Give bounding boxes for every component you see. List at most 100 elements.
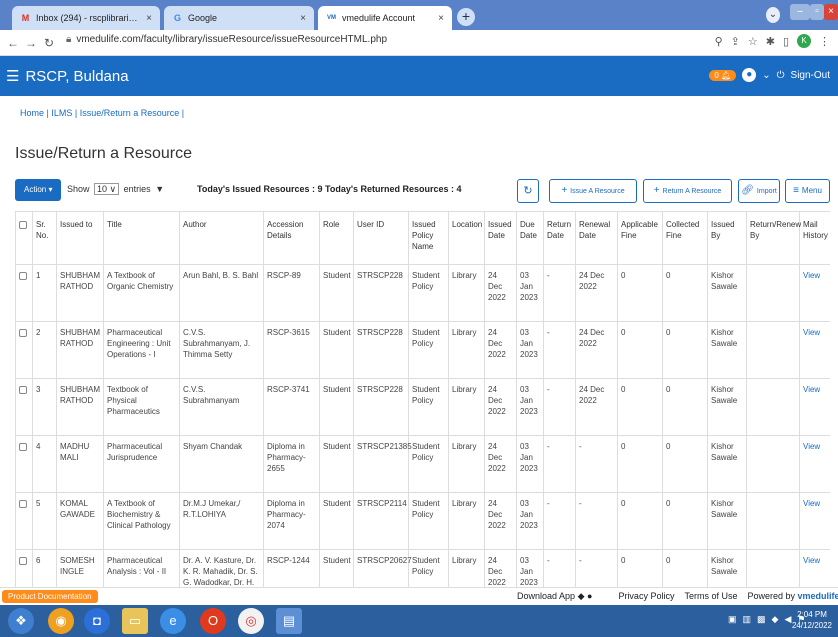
url-field[interactable]: 🔒︎ vmedulife.com/faculty/library/issueRes… [66, 34, 387, 45]
network-icon[interactable]: ▥ [743, 614, 752, 625]
row-checkbox[interactable] [19, 443, 27, 451]
select-all-checkbox[interactable] [19, 221, 27, 229]
page-title: Issue/Return a Resource [15, 145, 192, 162]
tray-app-icon[interactable]: ▣ [728, 614, 737, 625]
bookmark-star-icon[interactable]: ☆ [748, 35, 758, 48]
tab-gmail[interactable]: M Inbox (294) - rscplibrarian@gma × [12, 6, 160, 30]
clock[interactable]: 2:04 PM 24/12/2022 [792, 609, 832, 631]
notification-badge[interactable]: 0 🔔︎ [709, 69, 737, 81]
return-resource-button[interactable]: + Return A Resource [643, 179, 732, 203]
view-mail-history-link[interactable]: View [799, 378, 830, 436]
media-player-icon[interactable]: ◉ [48, 608, 74, 634]
close-icon[interactable]: × [438, 13, 444, 24]
tray-app-icon[interactable]: ▩ [757, 614, 766, 625]
zoom-icon[interactable]: ⚲ [715, 35, 723, 48]
breadcrumb[interactable]: Home | ILMS | Issue/Return a Resource | [20, 108, 184, 118]
browser-app-icon[interactable]: ◘ [84, 608, 110, 634]
close-icon[interactable]: × [146, 13, 152, 24]
row-checkbox[interactable] [19, 329, 27, 337]
table-cell: Student [319, 492, 354, 550]
product-documentation-button[interactable]: Product Documentation [2, 590, 98, 603]
table-cell: Library [448, 264, 485, 322]
extensions-icon[interactable]: ✱ [766, 35, 775, 48]
row-checkbox[interactable] [19, 272, 27, 280]
row-checkbox[interactable] [19, 557, 27, 565]
column-header: Sr. No. [32, 211, 57, 265]
profile-avatar[interactable]: K [797, 34, 811, 48]
view-mail-history-link[interactable]: View [799, 264, 830, 322]
sidepanel-icon[interactable]: ▯ [783, 35, 789, 48]
action-dropdown-button[interactable]: Action ▾ [15, 179, 62, 201]
opera-icon[interactable]: O [200, 608, 226, 634]
terms-link[interactable]: Terms of Use [684, 591, 737, 602]
row-checkbox-cell[interactable] [15, 264, 33, 322]
row-checkbox-cell[interactable] [15, 378, 33, 436]
forward-icon[interactable]: → [22, 36, 40, 50]
document-app-icon[interactable]: ▤ [276, 608, 302, 634]
tab-google[interactable]: G Google × [164, 6, 314, 30]
tab-vmedulife[interactable]: VM vmedulife Account × [318, 6, 452, 30]
table-cell: 03 Jan 2023 [516, 378, 544, 436]
table-cell: 0 [662, 492, 708, 550]
volume-icon[interactable]: ◀ [784, 614, 791, 625]
row-checkbox-cell[interactable] [15, 321, 33, 379]
filter-icon[interactable]: ▼ [155, 184, 164, 194]
vmedulife-brand[interactable]: vmedulife [798, 591, 838, 601]
entries-label: entries [123, 184, 151, 194]
table-cell: RSCP-1244 [263, 549, 320, 587]
close-icon[interactable]: × [300, 13, 306, 24]
folder-icon[interactable]: ▭ [122, 608, 148, 634]
table-cell: A Textbook of Organic Chemistry [103, 264, 180, 322]
start-icon[interactable]: ❖ [8, 608, 34, 634]
view-mail-history-link[interactable]: View [799, 435, 830, 493]
column-header: Return Date [543, 211, 576, 265]
share-icon[interactable]: ⇪ [731, 35, 740, 48]
chevron-down-icon[interactable]: ⌄ [762, 70, 770, 81]
table-cell: 0 [617, 321, 663, 379]
import-button[interactable]: 🔗︎ Import [738, 179, 780, 203]
ie-icon[interactable]: e [160, 608, 186, 634]
table-cell: RSCP-3615 [263, 321, 320, 379]
clock-date: 24/12/2022 [791, 621, 832, 630]
table-cell: 0 [617, 435, 663, 493]
table-cell: 03 Jan 2023 [516, 321, 544, 379]
view-mail-history-link[interactable]: View [799, 492, 830, 550]
column-header: User ID [353, 211, 409, 265]
download-app-link[interactable]: Download App ◆ ● [517, 591, 592, 602]
row-checkbox-cell[interactable] [15, 435, 33, 493]
table-cell: Student Policy [408, 264, 449, 322]
row-checkbox-cell[interactable] [15, 492, 33, 550]
issue-resource-button[interactable]: + Issue A Resource [549, 179, 637, 203]
hamburger-icon[interactable]: ☰ [6, 68, 19, 85]
new-tab-icon[interactable]: + [457, 8, 475, 26]
table-cell: RSCP-89 [263, 264, 320, 322]
maximize-icon[interactable]: ▫ [810, 4, 824, 20]
row-checkbox[interactable] [19, 500, 27, 508]
view-mail-history-link[interactable]: View [799, 549, 830, 587]
menu-button[interactable]: ≡ Menu [785, 179, 830, 203]
row-checkbox-cell[interactable] [15, 549, 33, 587]
notification-count: 0 [714, 70, 719, 80]
more-icon[interactable]: ⋮ [819, 35, 830, 48]
back-icon[interactable]: ← [4, 36, 22, 50]
chrome-icon[interactable]: ◎ [238, 608, 264, 634]
table-cell: Library [448, 492, 485, 550]
table-cell: 0 [662, 549, 708, 587]
user-icon[interactable]: ● [742, 68, 757, 82]
select-all-checkbox-cell[interactable] [15, 211, 33, 265]
privacy-policy-link[interactable]: Privacy Policy [618, 591, 674, 602]
tray-app-icon[interactable]: ◆ [772, 614, 779, 625]
tab-label: Google [188, 13, 218, 23]
view-mail-history-link[interactable]: View [799, 321, 830, 379]
table-cell: 24 Dec 2022 [484, 492, 517, 550]
tab-search-icon[interactable]: ⌄ [766, 7, 780, 23]
window-close-icon[interactable]: × [824, 4, 838, 20]
minimize-icon[interactable]: – [790, 4, 810, 20]
sign-out-link[interactable]: Sign-Out [791, 70, 830, 81]
google-icon: G [173, 13, 181, 23]
row-checkbox[interactable] [19, 386, 27, 394]
reload-icon[interactable]: ↻ [40, 36, 58, 50]
table-cell: KOMAL GAWADE [56, 492, 104, 550]
entries-select[interactable]: 10 ∨ [94, 183, 120, 195]
refresh-button[interactable]: ↻ [517, 179, 539, 203]
